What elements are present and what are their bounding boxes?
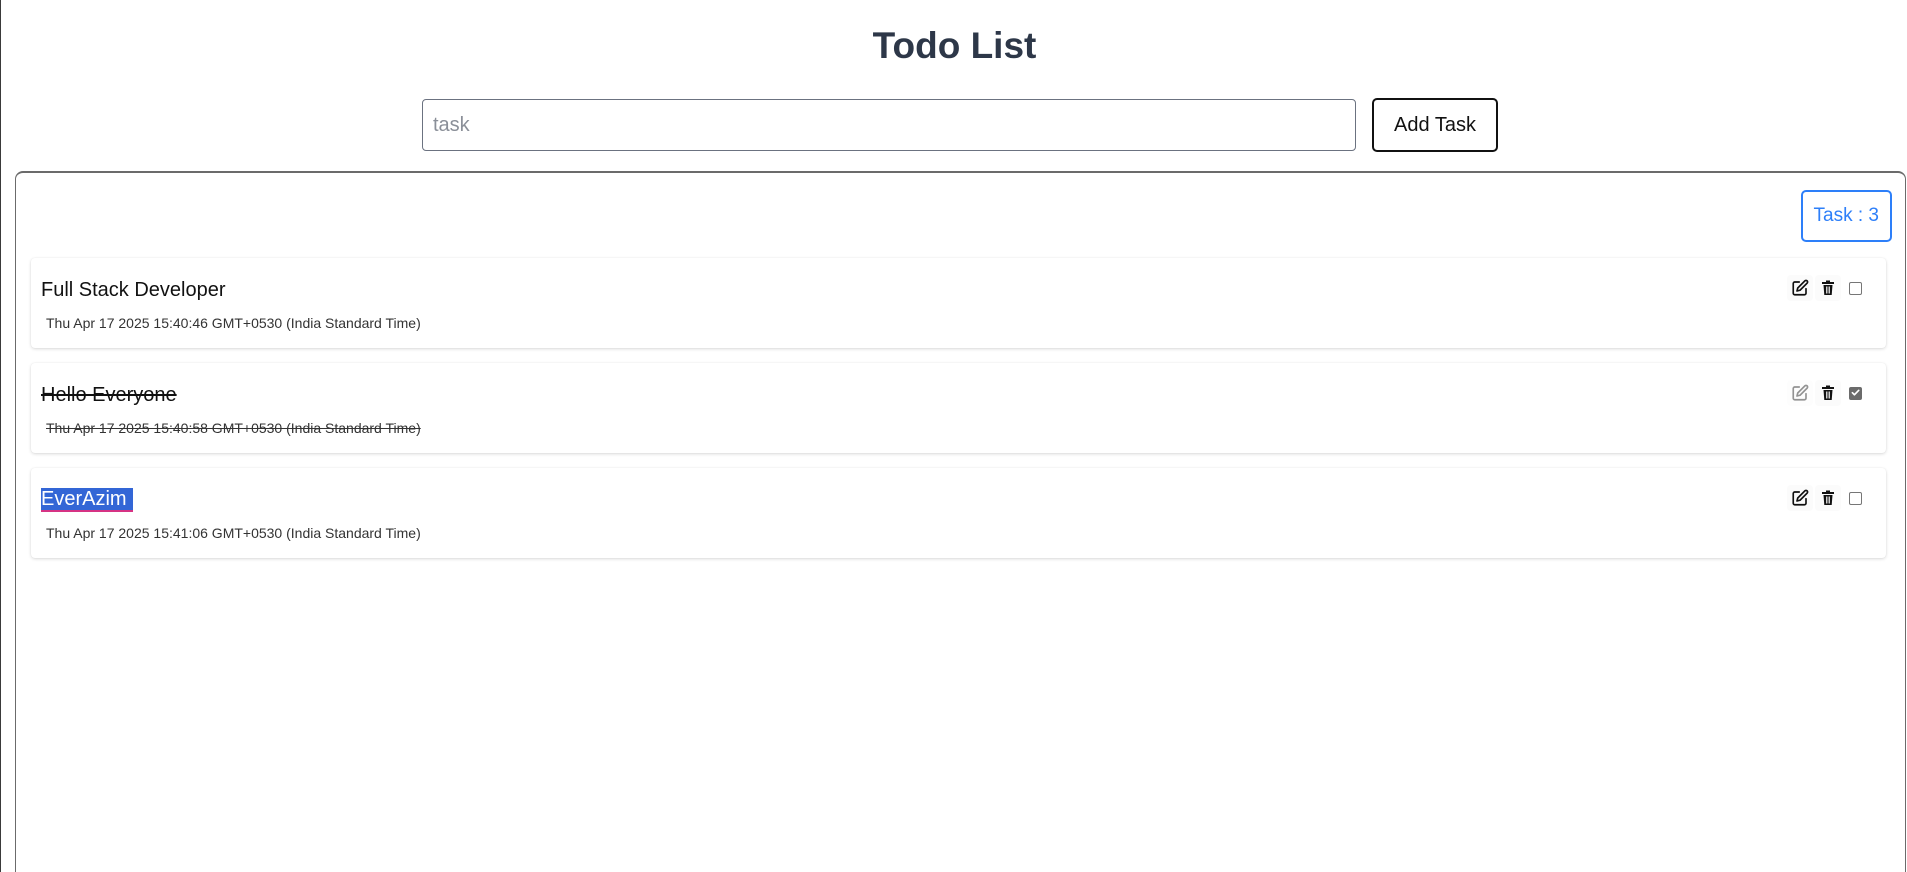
- edit-icon: [1791, 279, 1809, 297]
- task-item: Hello Everyone Thu Apr 17 2025 15:40:58 …: [31, 363, 1886, 453]
- task-date: Thu Apr 17 2025 15:40:58 GMT+0530 (India…: [46, 420, 421, 436]
- task-actions: [1785, 380, 1862, 406]
- edit-button[interactable]: [1787, 275, 1813, 301]
- task-count-badge[interactable]: Task : 3: [1800, 190, 1892, 242]
- edit-icon: [1791, 384, 1809, 402]
- task-actions: [1785, 485, 1862, 511]
- task-input[interactable]: [422, 99, 1356, 151]
- trash-icon: [1821, 385, 1835, 401]
- task-date: Thu Apr 17 2025 15:41:06 GMT+0530 (India…: [46, 525, 421, 541]
- trash-icon: [1821, 490, 1835, 506]
- delete-button[interactable]: [1815, 275, 1841, 301]
- complete-checkbox[interactable]: [1849, 281, 1862, 295]
- todo-app: Todo List Add Task Task : 3 Full Stack D…: [0, 0, 1907, 872]
- delete-button[interactable]: [1815, 485, 1841, 511]
- edit-button[interactable]: [1787, 380, 1813, 406]
- task-title: Hello Everyone: [41, 384, 177, 406]
- edit-button[interactable]: [1787, 485, 1813, 511]
- task-list: Full Stack Developer Thu Apr 17 2025 15:…: [31, 258, 1886, 573]
- task-title: Full Stack Developer: [41, 279, 226, 301]
- edit-icon: [1791, 489, 1809, 507]
- task-date: Thu Apr 17 2025 15:40:46 GMT+0530 (India…: [46, 315, 421, 331]
- add-task-button[interactable]: Add Task: [1372, 98, 1498, 152]
- task-list-panel: Task : 3 Full Stack Developer Thu Apr 17…: [15, 171, 1906, 872]
- trash-icon: [1821, 280, 1835, 296]
- complete-checkbox[interactable]: [1849, 491, 1862, 505]
- task-title: EverAzim: [41, 488, 133, 512]
- task-actions: [1785, 275, 1862, 301]
- add-task-form: Add Task: [422, 98, 1498, 152]
- task-item: EverAzim Thu Apr 17 2025 15:41:06 GMT+05…: [31, 468, 1886, 558]
- complete-checkbox[interactable]: [1849, 384, 1862, 402]
- page-title: Todo List: [872, 25, 1037, 66]
- task-item: Full Stack Developer Thu Apr 17 2025 15:…: [31, 258, 1886, 348]
- checkmark-icon: [1851, 384, 1860, 402]
- delete-button[interactable]: [1815, 380, 1841, 406]
